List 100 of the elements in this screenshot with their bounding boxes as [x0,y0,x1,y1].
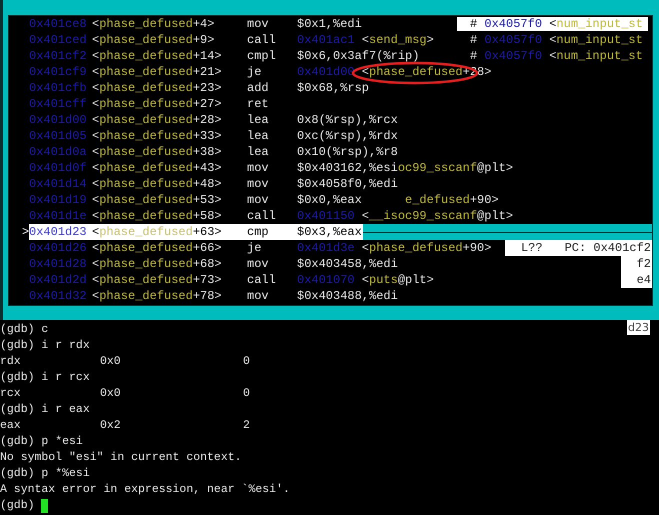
instruction-operand: $0x6,0x3af7(%rip) [297,49,420,63]
symbol-offset: <phase_defused+28> [92,113,223,127]
instruction-comment: # 0x4057f0 <num_input_st [469,49,644,63]
instruction-mnemonic: mov [247,257,270,271]
instruction-address: 0x401d0a [29,145,88,159]
instruction-mnemonic: call [247,209,277,223]
symbol-offset: <phase_defused+48> [92,177,223,191]
register-value: 0 [243,387,250,400]
current-line-marker: > [22,225,29,239]
disassembly-line[interactable]: 0x401d14 <phase_defused+48> mov $0x4058f0,%edi [9,176,652,192]
instruction-mnemonic: lea [247,129,270,143]
symbol-offset: <phase_defused+27> [92,97,223,111]
register-value: rdx [0,355,21,368]
symbol-offset: <phase_defused+43> [92,161,223,175]
disassembly-line[interactable]: 0x401d28 <phase_defused+68> mov $0x403458,%edi f2 [9,256,652,272]
instruction-operand: 0x401d3e <phase_defused+90> [297,241,492,255]
symbol-offset: <phase_defused+21> [92,65,223,79]
instruction-mnemonic: add [247,81,270,95]
register-value: 0 [243,355,250,368]
console-line: (gdb) c [0,322,48,338]
instruction-mnemonic: cmp [247,225,270,239]
console-line: (gdb) i r rcx [0,370,90,386]
disassembly-line[interactable]: 0x401d19 <phase_defused+53> mov $0x0,%eax e_defused+90> [9,192,652,208]
register-value: eax [0,419,21,432]
instruction-address: 0x401cfb [29,81,88,95]
disassembly-line[interactable]: 0x401d0a <phase_defused+38> lea 0x10(%rsp),%r8 [9,144,652,160]
symbol-offset: <phase_defused+9> [92,33,216,47]
disassembly-line[interactable]: 0x401ced <phase_defused+9> call 0x401ac1 <send_msg> # 0x4057f0 <num_input_st [9,32,652,48]
status-text: e4 [636,273,651,287]
instruction-address: 0x401d23 [29,225,88,239]
symbol-offset: <phase_defused+33> [92,129,223,143]
instruction-address: 0x401d32 [29,289,88,303]
instruction-operand: $0x4058f0,%edi [297,177,398,191]
instruction-address: 0x401ce8 [29,17,88,31]
instruction-address: 0x401d19 [29,193,88,207]
console-line: (gdb) [0,498,36,514]
status-text: PC: 0x401cf2 [564,241,651,255]
disassembly-line[interactable]: 0x401cff <phase_defused+27> ret [9,96,652,112]
instruction-comment: # 0x4057f0 <num_input_st [469,33,644,47]
instruction-address: 0x401cf2 [29,49,88,63]
status-text: f2 [636,257,651,271]
text-fragment: d23 [627,320,650,335]
symbol-offset: <phase_defused+53> [92,193,223,207]
disassembly-line[interactable]: 0x401ce8 <phase_defused+4> mov $0x1,%edi # 0x4057f0 <num_input_st [9,16,652,32]
symbol-offset: <phase_defused+73> [92,273,223,287]
instruction-address: 0x401d05 [29,129,88,143]
instruction-operand: $0x1,%edi [297,17,362,31]
symbol-offset: <phase_defused+23> [92,81,223,95]
symbol-offset: <phase_defused+14> [92,49,223,63]
symbol-offset: <phase_defused+63> [92,225,223,239]
console-line: (gdb) p *%esi [0,466,90,482]
instruction-address: 0x401cf9 [29,65,88,79]
instruction-mnemonic: lea [247,145,270,159]
instruction-comment: # 0x4057f0 <num_input_st [457,17,648,31]
symbol-offset: <phase_defused+4> [92,17,216,31]
console-line: (gdb) i r rdx [0,338,90,354]
instruction-operand: $0x403488,%edi [297,289,398,303]
disassembly-line[interactable]: 0x401d1e <phase_defused+58> call 0x401150 <__isoc99_sscanf@plt> [9,208,652,224]
instruction-address: 0x401ced [29,33,88,47]
console-line: A syntax error in expression, near `%esi'. [0,482,290,498]
instruction-operand: 0x401ac1 <send_msg> [297,33,434,47]
instruction-address: 0x401d28 [29,257,88,271]
instruction-address: 0x401d00 [29,113,88,127]
console-line: (gdb) p *esi [0,434,83,450]
instruction-address: 0x401d2d [29,273,88,287]
symbol-offset: <phase_defused+66> [92,241,223,255]
instruction-address: 0x401d26 [29,241,88,255]
console-line: No symbol "esi" in current context. [0,450,242,466]
disassembly-line[interactable]: 0x401d05 <phase_defused+33> lea 0xc(%rsp),%rdx [9,128,652,144]
disassembly-line[interactable]: 0x401cf2 <phase_defused+14> cmpl $0x6,0x3af7(%rip) # 0x4057f0 <num_input_st [9,48,652,64]
instruction-mnemonic: call [247,33,277,47]
instruction-mnemonic: cmpl [247,49,277,63]
instruction-mnemonic: mov [247,177,270,191]
instruction-mnemonic: je [247,65,262,79]
instruction-operand: $0x68,%rsp [297,81,370,95]
status-text: L?? [520,241,543,255]
symbol-offset: <phase_defused+78> [92,289,223,303]
disassembly-line[interactable]: 0x401d2d <phase_defused+73> call 0x401070 <puts@plt> e4 [9,272,652,288]
register-value: 0x0 [100,387,121,400]
instruction-operand: $0x403458,%edi [297,257,398,271]
console-line: (gdb) i r eax [0,402,90,418]
disassembly-line[interactable]: 0x401cfb <phase_defused+23> add $0x68,%rsp [9,80,652,96]
instruction-mnemonic: mov [247,161,270,175]
instruction-mnemonic: lea [247,113,270,127]
instruction-operand: 0x8(%rsp),%rcx [297,113,398,127]
disassembly-line[interactable]: 0x401d32 <phase_defused+78> mov $0x403488,%edi [9,288,652,304]
symbol-offset: <phase_defused+38> [92,145,223,159]
disassembly-line[interactable]: 0x401d00 <phase_defused+28> lea 0x8(%rsp),%rcx [9,112,652,128]
instruction-operand: $0x3,%eax [297,225,362,239]
instruction-operand: $0x403162,%esioc99_sscanf@plt> [297,161,514,175]
instruction-mnemonic: je [247,241,262,255]
instruction-mnemonic: ret [247,97,270,111]
instruction-mnemonic: mov [247,17,270,31]
register-value: 0x2 [100,419,121,432]
instruction-address: 0x401d14 [29,177,88,191]
register-value: 0x0 [100,355,121,368]
disassembly-line[interactable]: 0x401d0f <phase_defused+43> mov $0x403162,%esioc99_sscanf@plt> [9,160,652,176]
disassembly-line[interactable]: 0x401d26 <phase_defused+66> je 0x401d3e <phase_defused+90> L?? PC: 0x401cf2 [9,240,652,256]
instruction-operand: 0x401070 <puts@plt> [297,273,434,287]
instruction-address: 0x401d1e [29,209,88,223]
